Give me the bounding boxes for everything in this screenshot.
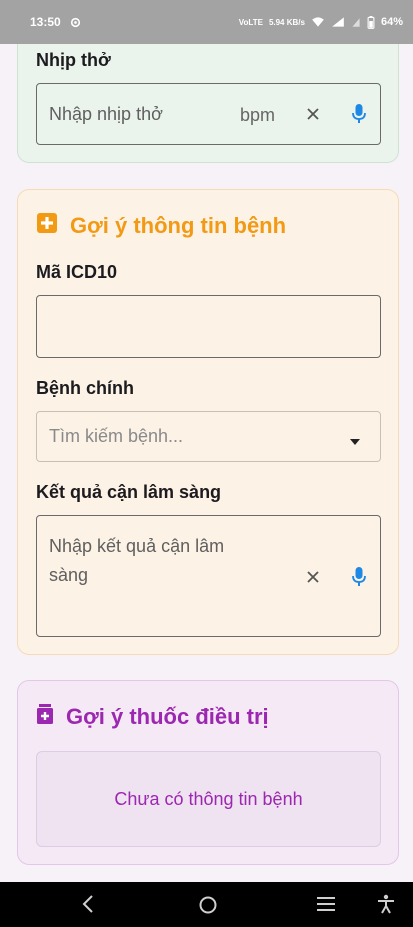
main-disease-placeholder: Tìm kiếm bệnh... [49, 426, 184, 446]
lab-result-placeholder-line2: sàng [49, 565, 89, 585]
system-nav-bar [0, 882, 413, 927]
disease-suggestion-card: Gợi ý thông tin bệnh Mã ICD10 Bệnh chính… [17, 189, 399, 655]
lab-result-placeholder-line1: Nhập kết quả cận lâm [49, 536, 225, 556]
main-disease-label: Bệnh chính [36, 378, 134, 398]
lab-result-label: Kết quả cận lâm sàng [36, 482, 222, 502]
mic-icon[interactable] [351, 103, 367, 130]
medicine-section-title: Gợi ý thuốc điều trị [66, 704, 269, 729]
bpm-unit: bpm [240, 105, 276, 125]
network-speed-text: 5.94 KB/s [268, 17, 305, 27]
settings-status-icon [69, 16, 82, 29]
breath-rate-placeholder: Nhập nhịp thở [49, 104, 163, 124]
empty-state-message: Chưa có thông tin bệnh [114, 788, 303, 809]
icd10-input[interactable] [36, 295, 381, 358]
medicine-section-header: Gợi ý thuốc điều trị [36, 703, 269, 731]
battery-percent: 64% [380, 16, 403, 28]
recents-icon[interactable] [316, 896, 336, 917]
breath-rate-label: Nhịp thở [36, 50, 111, 70]
breath-rate-input[interactable]: Nhập nhịp thở bpm [36, 83, 381, 145]
accessibility-icon[interactable] [377, 894, 395, 919]
network-type-text: VoLTE [238, 17, 263, 27]
disease-section-title: Gợi ý thông tin bệnh [70, 213, 287, 238]
status-time: 13:50 [30, 15, 61, 29]
signal-icon [331, 16, 345, 28]
home-icon[interactable] [198, 895, 218, 920]
main-disease-search[interactable]: Tìm kiếm bệnh... [36, 411, 381, 462]
medicine-suggestion-card: Gợi ý thuốc điều trị Chưa có thông tin b… [17, 680, 399, 865]
mic-icon[interactable] [351, 566, 367, 593]
medical-bag-icon [36, 703, 54, 731]
medicine-empty-state: Chưa có thông tin bệnh [36, 751, 381, 847]
back-icon[interactable] [80, 894, 96, 919]
dropdown-arrow-icon[interactable] [349, 433, 361, 451]
wifi-icon [311, 16, 325, 28]
disease-section-header: Gợi ý thông tin bệnh [36, 212, 286, 240]
medical-plus-icon [36, 212, 58, 240]
status-bar: 13:50 VoLTE 5.94 KB/s 64% [0, 0, 413, 44]
battery-icon [367, 15, 375, 29]
clear-icon[interactable] [305, 106, 321, 127]
signal-2-icon [351, 16, 361, 28]
lab-result-input[interactable]: Nhập kết quả cận lâm sàng [36, 515, 381, 637]
clear-icon[interactable] [305, 569, 321, 590]
icd10-label: Mã ICD10 [36, 262, 118, 282]
